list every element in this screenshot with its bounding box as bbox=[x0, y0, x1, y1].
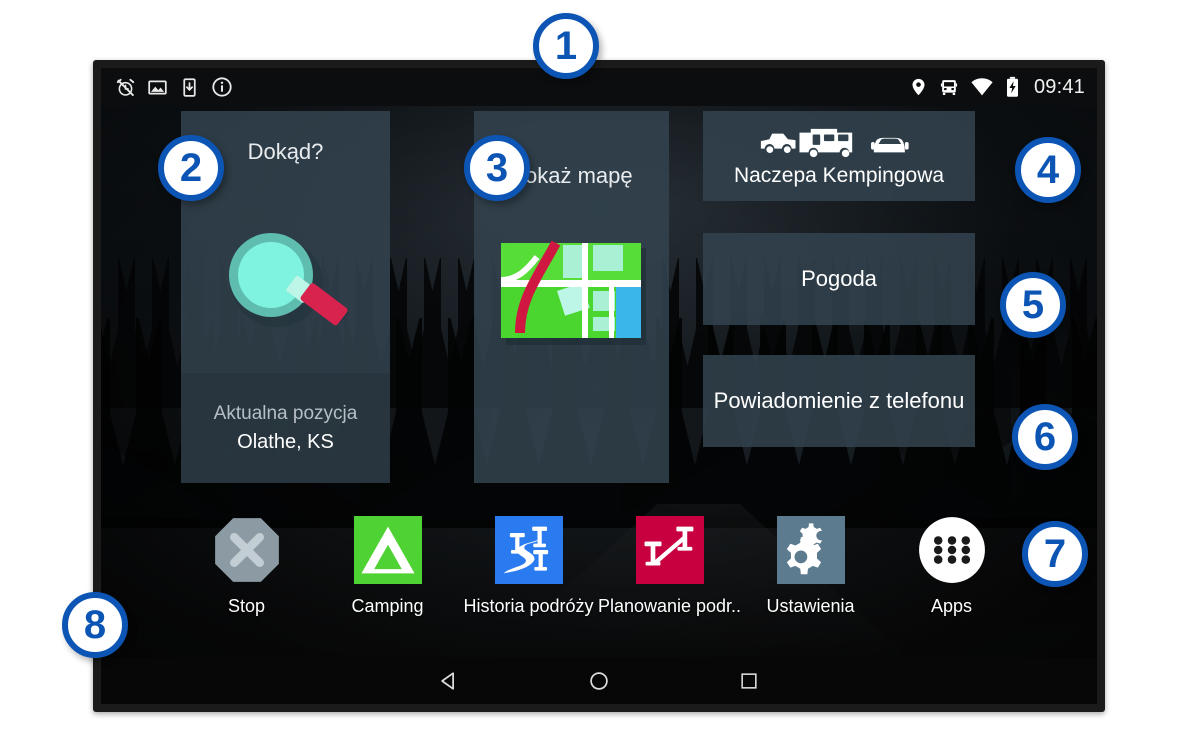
callout-1: 1 bbox=[533, 13, 599, 79]
back-button[interactable] bbox=[374, 670, 524, 692]
app-shortcut-trip-planner[interactable]: Planowanie podr.. bbox=[597, 516, 742, 617]
location-pin-icon bbox=[912, 78, 925, 96]
app-shortcut-settings[interactable]: Ustawienia bbox=[740, 516, 881, 617]
current-position-value: Olathe, KS bbox=[237, 430, 334, 453]
gears-icon bbox=[776, 516, 845, 584]
tile-phone-notification-label: Powiadomienie z telefonu bbox=[713, 387, 965, 413]
map-thumbnail-icon bbox=[500, 240, 646, 345]
app-label-trip-planner: Planowanie podr.. bbox=[597, 596, 742, 616]
app-label-camping: Camping bbox=[351, 596, 424, 616]
tent-icon bbox=[353, 516, 422, 584]
app-label-trip-history: Historia podróży bbox=[463, 596, 594, 616]
tile-phone-notification[interactable]: Powiadomienie z telefonu bbox=[703, 355, 975, 447]
status-bar-right-icons: 09:41 bbox=[909, 76, 1085, 99]
callout-7: 7 bbox=[1022, 521, 1088, 587]
truck-trailer-car-icon bbox=[760, 128, 909, 158]
home-circle-icon bbox=[590, 672, 608, 690]
device-screen: 09:41 Dokąd? Aktualna pozycja Olathe, KS… bbox=[101, 68, 1097, 704]
app-shortcut-stop[interactable]: Stop bbox=[176, 516, 317, 617]
status-bar-clock: 09:41 bbox=[1033, 75, 1085, 98]
app-shortcut-trip-history[interactable]: Historia podróży bbox=[458, 516, 599, 617]
app-label-stop: Stop bbox=[227, 596, 266, 616]
app-label-settings: Ustawienia bbox=[766, 596, 855, 616]
home-screen: Dokąd? Aktualna pozycja Olathe, KS Pokaż… bbox=[101, 106, 1097, 658]
back-triangle-icon bbox=[441, 672, 454, 690]
screenshot-root: 09:41 Dokąd? Aktualna pozycja Olathe, KS… bbox=[0, 0, 1200, 740]
stop-octagon-icon bbox=[214, 518, 279, 582]
trip-planner-icon bbox=[635, 516, 704, 584]
app-drawer-icon bbox=[918, 517, 985, 583]
device-frame: 09:41 Dokąd? Aktualna pozycja Olathe, KS… bbox=[93, 60, 1105, 712]
callout-5: 5 bbox=[1000, 272, 1066, 338]
alarm-off-icon bbox=[116, 78, 135, 96]
trip-history-icon bbox=[494, 516, 563, 584]
battery-charging-icon bbox=[1006, 76, 1018, 97]
recents-square-icon bbox=[741, 673, 757, 689]
app-shortcut-apps[interactable]: Apps bbox=[881, 516, 1022, 617]
app-shortcut-row: Stop Camping Historia podróży Planowanie… bbox=[101, 508, 1097, 658]
callout-3: 3 bbox=[464, 135, 530, 201]
tile-where-to-footer: Aktualna pozycja Olathe, KS bbox=[181, 373, 390, 483]
callout-6: 6 bbox=[1012, 404, 1078, 470]
callout-8: 8 bbox=[62, 592, 128, 658]
tile-vehicle-label: Naczepa Kempingowa bbox=[733, 164, 945, 187]
tile-vehicle-profile[interactable]: Naczepa Kempingowa bbox=[703, 111, 975, 201]
tile-weather[interactable]: Pogoda bbox=[703, 233, 975, 325]
app-label-apps: Apps bbox=[930, 596, 973, 616]
vehicle-bus-icon bbox=[940, 79, 958, 95]
info-circle-icon bbox=[212, 77, 232, 97]
wifi-icon bbox=[971, 78, 993, 96]
callout-2: 2 bbox=[158, 135, 224, 201]
recents-button[interactable] bbox=[674, 671, 824, 691]
magnifier-icon bbox=[228, 233, 349, 327]
tile-weather-label: Pogoda bbox=[801, 266, 877, 291]
status-bar: 09:41 bbox=[101, 68, 1097, 106]
android-nav-bar bbox=[101, 658, 1097, 704]
callout-4: 4 bbox=[1015, 137, 1081, 203]
home-button[interactable] bbox=[524, 670, 674, 692]
screenshot-image-icon bbox=[148, 80, 167, 94]
status-bar-left-icons bbox=[115, 76, 233, 98]
current-position-label: Aktualna pozycja bbox=[213, 402, 358, 424]
download-to-device-icon bbox=[183, 77, 196, 97]
app-shortcut-camping[interactable]: Camping bbox=[317, 516, 458, 617]
